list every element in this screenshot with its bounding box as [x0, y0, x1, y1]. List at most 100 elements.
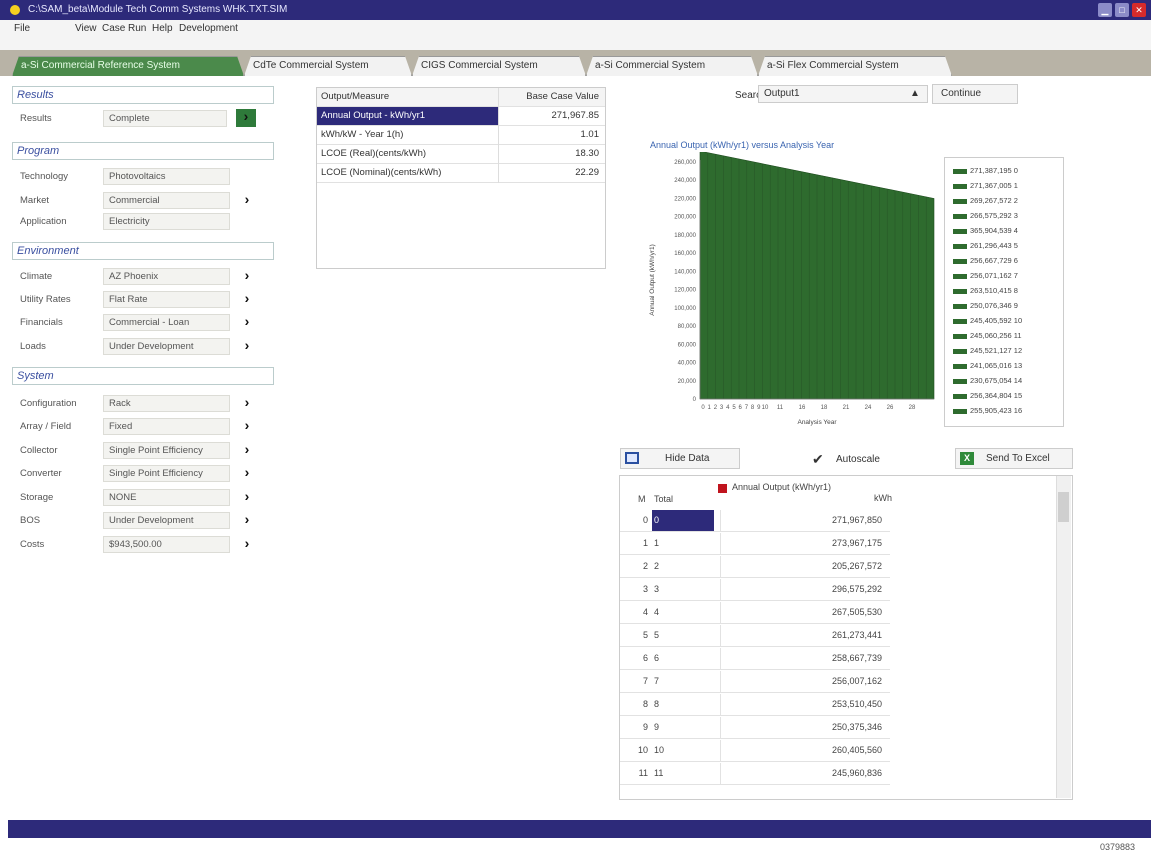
- legend-label: 255,905,423 16: [970, 406, 1023, 415]
- legend-swatch: [953, 258, 967, 264]
- menu-development[interactable]: Development: [179, 23, 238, 34]
- utility-rates-arrow-button[interactable]: ›: [240, 291, 254, 307]
- legend-entry: 271,387,195 0: [953, 166, 1018, 175]
- output-row[interactable]: kWh/kW - Year 1(h) 1.01: [317, 126, 605, 145]
- tab-asi[interactable]: a-Si Commercial System: [586, 56, 758, 76]
- legend-swatch: [953, 363, 967, 369]
- legend-label: 256,364,804 15: [970, 391, 1023, 400]
- table-row[interactable]: 8 8 253,510,450: [620, 694, 890, 716]
- table-row[interactable]: 9 9 250,375,346: [620, 717, 890, 739]
- table-row[interactable]: 6 6 258,667,739: [620, 648, 890, 670]
- environment-section-header: Environment: [12, 242, 274, 260]
- row-m: 5: [642, 630, 648, 640]
- y-tick-label: 40,000: [678, 361, 697, 367]
- legend-entry: 245,060,256 11: [953, 331, 1022, 340]
- menu-run[interactable]: Run: [128, 23, 146, 34]
- row-total: 8: [654, 699, 660, 709]
- collector-value: Single Point Efficiency: [103, 442, 230, 459]
- annual-output-chart: 260,000240,000220,000200,000180,000160,0…: [649, 152, 935, 426]
- table-row[interactable]: 4 4 267,505,530: [620, 602, 890, 624]
- menu-help[interactable]: Help: [152, 23, 173, 34]
- legend-swatch: [953, 228, 967, 234]
- row-m: 1: [642, 538, 648, 548]
- tab-cdte[interactable]: CdTe Commercial System: [244, 56, 412, 76]
- collector-arrow-button[interactable]: ›: [240, 442, 254, 458]
- y-tick-label: 240,000: [674, 178, 696, 184]
- results-arrow-button[interactable]: ›: [236, 109, 256, 127]
- tab-asi-flex[interactable]: a-Si Flex Commercial System: [758, 56, 952, 76]
- tab-cigs[interactable]: CIGS Commercial System: [412, 56, 586, 76]
- table-row[interactable]: 1 1 273,967,175: [620, 533, 890, 555]
- table-row[interactable]: 0 0 271,967,850: [620, 510, 890, 532]
- table-row[interactable]: 5 5 261,273,441: [620, 625, 890, 647]
- table-row[interactable]: 7 7 256,007,162: [620, 671, 890, 693]
- chart-legend: 271,387,195 0 271,367,005 1 269,267,572 2 2…: [944, 157, 1064, 427]
- output-measure: LCOE (Nominal)(cents/kWh): [321, 167, 442, 178]
- y-tick-label: 180,000: [674, 233, 696, 239]
- row-value: 271,967,850: [720, 510, 890, 531]
- output-value: 271,967.85: [551, 110, 599, 121]
- triangle-up-icon[interactable]: ▲: [910, 88, 920, 99]
- legend-label: 266,575,292 3: [970, 211, 1018, 220]
- table-row[interactable]: 10 10 260,405,560: [620, 740, 890, 762]
- array-field-label: Array / Field: [20, 421, 72, 432]
- menu-case[interactable]: Case: [102, 23, 125, 34]
- market-arrow-button[interactable]: ›: [240, 192, 254, 208]
- row-total: 10: [654, 745, 665, 755]
- x-tick-label: 16: [799, 405, 806, 411]
- array-field-arrow-button[interactable]: ›: [240, 418, 254, 434]
- loads-arrow-button[interactable]: ›: [240, 338, 254, 354]
- table-row[interactable]: 3 3 296,575,292: [620, 579, 890, 601]
- output-measure-header: Output/Measure: [321, 91, 390, 102]
- menu-file[interactable]: File: [14, 23, 30, 34]
- loads-label: Loads: [20, 341, 46, 352]
- output-measure-table: Output/Measure Base Case Value Annual Ou…: [316, 87, 606, 269]
- close-icon[interactable]: ✕: [1132, 3, 1146, 17]
- storage-arrow-button[interactable]: ›: [240, 489, 254, 505]
- autoscale-checkbox[interactable]: ✔: [812, 451, 824, 468]
- output-value: 18.30: [575, 148, 599, 159]
- financials-label: Financials: [20, 317, 63, 328]
- converter-arrow-button[interactable]: ›: [240, 465, 254, 481]
- x-tick-label: 8: [751, 405, 755, 411]
- search-input[interactable]: Output1: [758, 85, 928, 103]
- legend-entry: 230,675,054 14: [953, 376, 1022, 385]
- tab-asi-reference[interactable]: a-Si Commercial Reference System: [12, 56, 244, 76]
- total-column-header: Total: [654, 494, 674, 504]
- costs-arrow-button[interactable]: ›: [240, 536, 254, 552]
- x-tick-label: 0: [701, 405, 705, 411]
- legend-label: 365,904,539 4: [970, 226, 1018, 235]
- output-row[interactable]: Annual Output - kWh/yr1 271,967.85: [317, 107, 605, 126]
- maximize-icon[interactable]: □: [1115, 3, 1129, 17]
- continue-button[interactable]: Continue: [932, 84, 1018, 104]
- y-tick-label: 200,000: [674, 215, 696, 221]
- costs-label: Costs: [20, 539, 45, 550]
- minimize-icon[interactable]: ▁: [1098, 3, 1112, 17]
- row-total: 9: [654, 722, 660, 732]
- output-row[interactable]: LCOE (Nominal)(cents/kWh) 22.29: [317, 164, 605, 183]
- x-tick-label: 7: [745, 405, 749, 411]
- table-scrollbar[interactable]: [1056, 476, 1071, 798]
- window-title: C:\SAM_beta\Module Tech Comm Systems WHK…: [28, 4, 288, 15]
- x-tick-label: 18: [821, 405, 828, 411]
- row-value: 267,505,530: [720, 602, 890, 623]
- output-value: 1.01: [580, 129, 600, 140]
- menu-view[interactable]: View: [75, 23, 97, 34]
- financials-arrow-button[interactable]: ›: [240, 314, 254, 330]
- output-row[interactable]: LCOE (Real)(cents/kWh) 18.30: [317, 145, 605, 164]
- configuration-arrow-button[interactable]: ›: [240, 395, 254, 411]
- row-value: 273,967,175: [720, 533, 890, 554]
- table-row[interactable]: 2 2 205,267,572: [620, 556, 890, 578]
- legend-label: 245,060,256 11: [970, 331, 1022, 340]
- output-measure: LCOE (Real)(cents/kWh): [321, 148, 427, 159]
- legend-entry: 266,575,292 3: [953, 211, 1018, 220]
- row-value: 205,267,572: [720, 556, 890, 577]
- table-row[interactable]: 11 11 245,960,836: [620, 763, 890, 785]
- results-label: Results: [20, 113, 52, 124]
- scrollbar-thumb[interactable]: [1058, 492, 1069, 522]
- bos-arrow-button[interactable]: ›: [240, 512, 254, 528]
- legend-entry: 245,405,592 10: [953, 316, 1022, 325]
- x-tick-label: 21: [843, 405, 850, 411]
- climate-arrow-button[interactable]: ›: [240, 268, 254, 284]
- legend-swatch: [953, 393, 967, 399]
